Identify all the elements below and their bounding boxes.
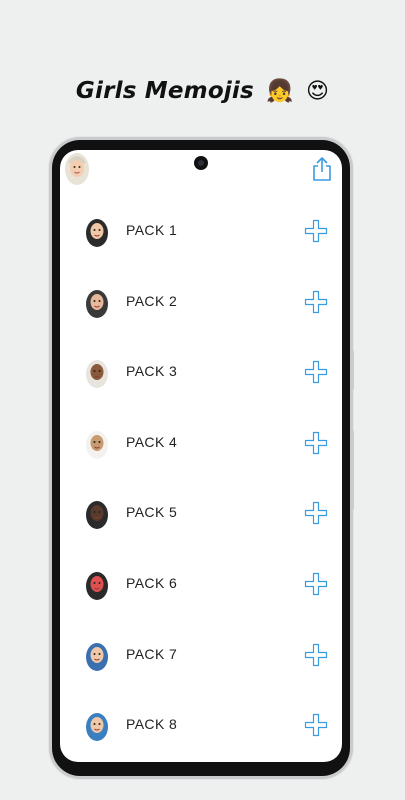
memoji-girl-niqab-icon [86, 501, 108, 530]
memoji-girl-black-hijab-icon [86, 219, 108, 247]
plus-icon[interactable] [304, 501, 328, 525]
plus-icon[interactable] [304, 572, 328, 596]
pack-label: PACK 1 [126, 222, 178, 238]
phone-volume-button [350, 430, 354, 510]
plus-icon[interactable] [304, 713, 328, 737]
pack-row[interactable]: PACK 6 [60, 549, 342, 620]
pack-label: PACK 3 [126, 363, 178, 380]
memoji-girl-waving-icon [86, 713, 108, 742]
share-icon[interactable] [310, 156, 334, 182]
pack-row[interactable]: PACK 7 [60, 620, 342, 691]
memoji-girl-sunglasses-icon [86, 430, 108, 459]
pack-row[interactable]: PACK 8 [60, 690, 342, 761]
plus-icon[interactable] [304, 643, 328, 667]
phone-side-button [350, 350, 354, 390]
pack-row[interactable]: PACK 2 [60, 267, 342, 338]
memoji-girl-heart-hands-icon [86, 289, 108, 318]
page-headline: Girls Memojis 👧 😍 [0, 78, 405, 104]
pack-label: PACK 2 [126, 292, 178, 309]
pack-label: PACK 6 [126, 574, 178, 591]
memoji-girl-white-hijab-icon [86, 360, 108, 389]
pack-row[interactable]: PACK 5 [60, 478, 342, 549]
hijab-girl-memoji-icon[interactable] [64, 152, 90, 186]
pack-label: PACK 5 [126, 504, 178, 521]
plus-icon[interactable] [304, 360, 328, 384]
headline-title: Girls Memojis [75, 78, 254, 104]
pack-row[interactable]: PACK 3 [60, 337, 342, 408]
pack-label: PACK 4 [126, 433, 178, 450]
pack-label: PACK 8 [126, 716, 178, 733]
app-screen: PACK 1 PACK 2 PACK 3 PACK 4 PACK 5 PACK 6 PACK… [60, 150, 342, 762]
memoji-girl-heart-eyes-icon [86, 571, 108, 600]
heart-eyes-emoji-icon: 😍 [305, 79, 330, 104]
plus-icon[interactable] [304, 290, 328, 314]
plus-icon[interactable] [304, 431, 328, 455]
pack-list: PACK 1 PACK 2 PACK 3 PACK 4 PACK 5 PACK 6 PACK… [60, 196, 342, 761]
pack-row[interactable]: PACK 4 [60, 408, 342, 479]
girl-emoji-icon: 👧 [266, 79, 294, 104]
plus-icon[interactable] [304, 219, 328, 243]
memoji-girl-surprised-icon [86, 642, 108, 671]
pack-label: PACK 7 [126, 645, 178, 662]
pack-row[interactable]: PACK 1 [60, 196, 342, 267]
front-camera [194, 156, 208, 170]
